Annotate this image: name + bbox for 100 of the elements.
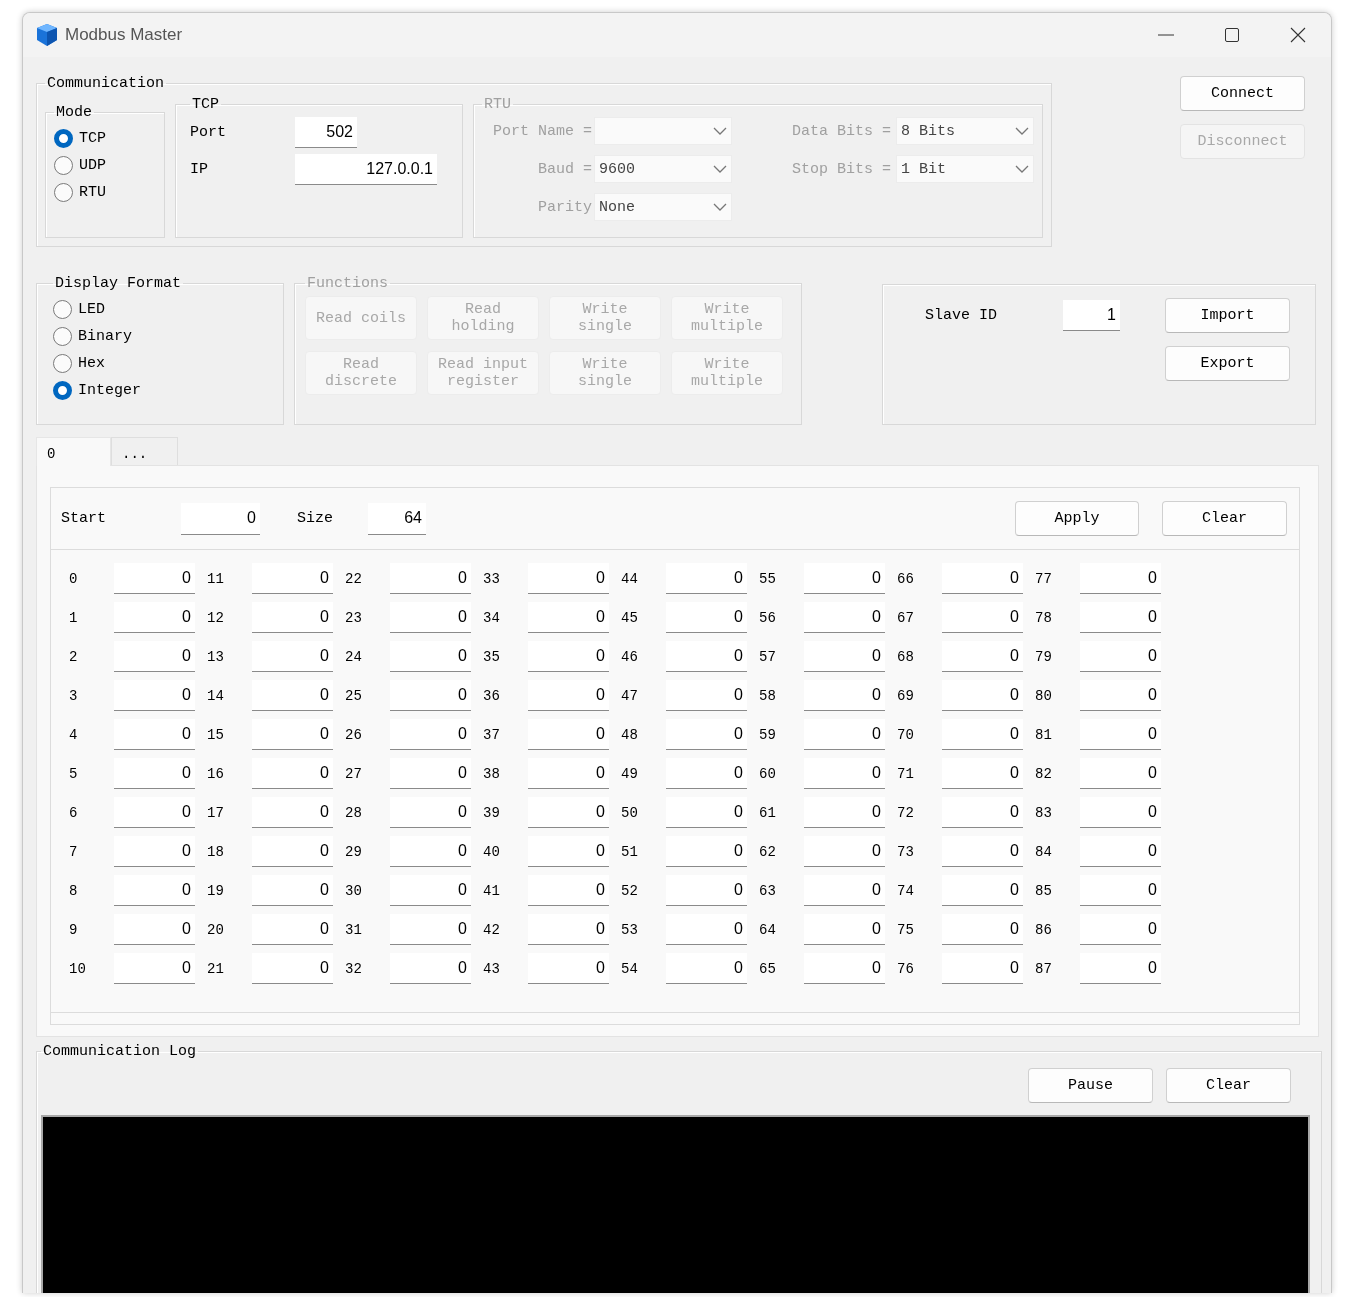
register-field[interactable]: 0 bbox=[252, 758, 333, 789]
register-field[interactable]: 0 bbox=[390, 953, 471, 984]
radio-button[interactable] bbox=[53, 327, 72, 346]
register-field[interactable]: 0 bbox=[804, 680, 885, 711]
register-field[interactable]: 0 bbox=[942, 953, 1023, 984]
tab[interactable]: 0 bbox=[36, 437, 111, 466]
input-field[interactable]: 502 bbox=[295, 117, 357, 148]
radio-button[interactable] bbox=[54, 183, 73, 202]
register-field[interactable]: 0 bbox=[252, 680, 333, 711]
register-field[interactable]: 0 bbox=[114, 680, 195, 711]
radio-button[interactable] bbox=[54, 156, 73, 175]
register-field[interactable]: 0 bbox=[528, 797, 609, 828]
register-field[interactable]: 0 bbox=[942, 563, 1023, 594]
register-field[interactable]: 0 bbox=[666, 953, 747, 984]
register-field[interactable]: 0 bbox=[528, 602, 609, 633]
register-field[interactable]: 0 bbox=[114, 641, 195, 672]
register-field[interactable]: 0 bbox=[390, 602, 471, 633]
register-field[interactable]: 0 bbox=[390, 836, 471, 867]
register-field[interactable]: 0 bbox=[252, 914, 333, 945]
register-field[interactable]: 0 bbox=[942, 758, 1023, 789]
register-field[interactable]: 0 bbox=[942, 602, 1023, 633]
register-field[interactable]: 0 bbox=[666, 641, 747, 672]
register-field[interactable]: 0 bbox=[390, 641, 471, 672]
register-field[interactable]: 0 bbox=[390, 719, 471, 750]
register-field[interactable]: 0 bbox=[114, 602, 195, 633]
register-field[interactable]: 0 bbox=[666, 797, 747, 828]
register-field[interactable]: 0 bbox=[804, 641, 885, 672]
register-field[interactable]: 0 bbox=[666, 563, 747, 594]
register-field[interactable]: 0 bbox=[390, 758, 471, 789]
register-field[interactable]: 0 bbox=[804, 758, 885, 789]
register-field[interactable]: 0 bbox=[804, 563, 885, 594]
register-field[interactable]: 0 bbox=[804, 953, 885, 984]
register-field[interactable]: 0 bbox=[1080, 563, 1161, 594]
register-field[interactable]: 0 bbox=[390, 914, 471, 945]
radio-button[interactable] bbox=[53, 381, 72, 400]
register-field[interactable]: 0 bbox=[804, 602, 885, 633]
radio-button[interactable] bbox=[53, 300, 72, 319]
register-field[interactable]: 0 bbox=[804, 875, 885, 906]
log-button[interactable]: Pause bbox=[1028, 1068, 1153, 1103]
register-field[interactable]: 0 bbox=[942, 641, 1023, 672]
register-field[interactable]: 0 bbox=[252, 953, 333, 984]
register-field[interactable]: 0 bbox=[390, 680, 471, 711]
register-field[interactable]: 0 bbox=[942, 914, 1023, 945]
register-field[interactable]: 0 bbox=[1080, 914, 1161, 945]
export-button[interactable]: Export bbox=[1165, 345, 1290, 381]
clear-button[interactable]: Clear bbox=[1162, 501, 1287, 536]
register-field[interactable]: 0 bbox=[252, 836, 333, 867]
register-field[interactable]: 0 bbox=[942, 797, 1023, 828]
register-field[interactable]: 0 bbox=[666, 602, 747, 633]
register-field[interactable]: 0 bbox=[1080, 680, 1161, 711]
register-field[interactable]: 0 bbox=[942, 836, 1023, 867]
tab[interactable]: ... bbox=[111, 437, 178, 465]
close-icon[interactable] bbox=[1290, 27, 1306, 43]
register-field[interactable]: 0 bbox=[114, 758, 195, 789]
register-field[interactable]: 0 bbox=[666, 875, 747, 906]
register-field[interactable]: 0 bbox=[252, 875, 333, 906]
register-field[interactable]: 0 bbox=[114, 914, 195, 945]
register-field[interactable]: 0 bbox=[666, 680, 747, 711]
register-field[interactable]: 0 bbox=[114, 563, 195, 594]
register-field[interactable]: 0 bbox=[1080, 875, 1161, 906]
register-field[interactable]: 0 bbox=[942, 680, 1023, 711]
register-field[interactable]: 0 bbox=[528, 758, 609, 789]
register-field[interactable]: 0 bbox=[528, 563, 609, 594]
register-field[interactable]: 0 bbox=[1080, 953, 1161, 984]
register-field[interactable]: 0 bbox=[942, 875, 1023, 906]
log-button[interactable]: Clear bbox=[1166, 1068, 1291, 1103]
register-field[interactable]: 0 bbox=[114, 797, 195, 828]
register-field[interactable]: 0 bbox=[666, 836, 747, 867]
register-field[interactable]: 0 bbox=[804, 719, 885, 750]
register-field[interactable]: 0 bbox=[528, 953, 609, 984]
register-field[interactable]: 0 bbox=[252, 797, 333, 828]
input-field[interactable]: 127.0.0.1 bbox=[295, 154, 437, 185]
register-field[interactable]: 0 bbox=[114, 836, 195, 867]
register-field[interactable]: 0 bbox=[114, 953, 195, 984]
register-field[interactable]: 0 bbox=[390, 563, 471, 594]
register-field[interactable]: 0 bbox=[528, 680, 609, 711]
register-field[interactable]: 0 bbox=[666, 719, 747, 750]
register-field[interactable]: 0 bbox=[252, 641, 333, 672]
register-field[interactable]: 0 bbox=[252, 602, 333, 633]
register-field[interactable]: 0 bbox=[390, 875, 471, 906]
register-field[interactable]: 0 bbox=[114, 875, 195, 906]
register-field[interactable]: 0 bbox=[1080, 797, 1161, 828]
import-button[interactable]: Import bbox=[1165, 297, 1290, 333]
input-field[interactable]: 0 bbox=[181, 502, 260, 535]
radio-button[interactable] bbox=[54, 129, 73, 148]
register-field[interactable]: 0 bbox=[1080, 758, 1161, 789]
radio-button[interactable] bbox=[53, 354, 72, 373]
register-field[interactable]: 0 bbox=[942, 719, 1023, 750]
register-field[interactable]: 0 bbox=[1080, 719, 1161, 750]
register-field[interactable]: 0 bbox=[666, 758, 747, 789]
maximize-icon[interactable] bbox=[1224, 27, 1240, 43]
register-field[interactable]: 0 bbox=[1080, 641, 1161, 672]
apply-button[interactable]: Apply bbox=[1015, 501, 1139, 536]
register-field[interactable]: 0 bbox=[1080, 836, 1161, 867]
register-field[interactable]: 0 bbox=[390, 797, 471, 828]
register-field[interactable]: 0 bbox=[252, 719, 333, 750]
register-field[interactable]: 0 bbox=[666, 914, 747, 945]
register-field[interactable]: 0 bbox=[114, 719, 195, 750]
input-field[interactable]: 64 bbox=[368, 502, 426, 535]
register-field[interactable]: 0 bbox=[528, 875, 609, 906]
